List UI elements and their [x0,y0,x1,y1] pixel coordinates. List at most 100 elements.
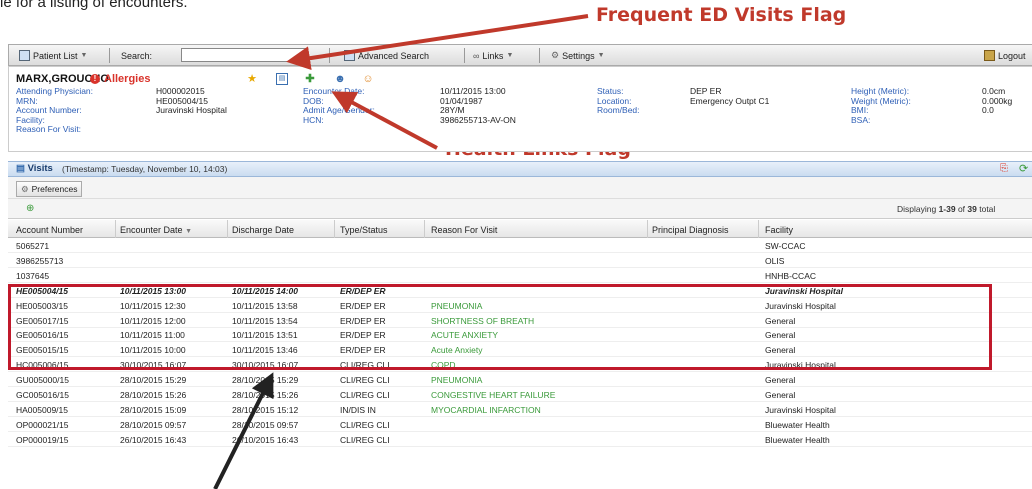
table-cell: OLIS [765,255,785,266]
preferences-bar [8,177,1032,199]
search-input[interactable] [181,48,307,62]
table-cell: 28/10/2015 15:12 [232,404,299,415]
table-cell: CONGESTIVE HEART FAILURE [431,390,556,400]
health-links-flag-icon[interactable]: ✚ [304,73,316,85]
person-icon[interactable]: ☻ [334,73,346,85]
patient-col3-labels: Status: Location: Room/Bed: [597,86,640,116]
table-cell: 5065271 [16,241,50,251]
advanced-search-label: Advanced Search [358,50,430,61]
alert-icon: ! [90,74,100,84]
chevron-down-icon[interactable]: ▼ [81,52,88,59]
table-cell: Bluewater Health [765,419,830,430]
table-cell: 28/10/2015 15:29 [232,375,299,386]
table-cell: General [765,390,796,400]
table-cell: Bluewater Health [765,434,830,445]
table-cell: 26/10/2015 16:43 [120,434,187,445]
table-cell: 28/10/2015 15:26 [120,390,187,400]
bmi-value: 0.0 [982,105,994,116]
table-row[interactable]: OP000021/15 28/10/2015 09:57 28/10/2015 09… [8,417,1032,432]
column-header-principal-diagnosis[interactable]: Principal Diagnosis [652,225,729,235]
main-toolbar: Patient List ▼ Search: Advanced Search ∞… [8,44,1032,66]
table-cell: CLI/REG CLI [340,434,390,445]
settings-button[interactable]: ⚙ Settings ▼ [551,48,605,63]
preferences-label: Preferences [31,184,78,194]
add-document-icon[interactable]: ⊕ [26,203,34,214]
table-row[interactable]: 5065271 SW-CCAC [8,238,1032,253]
room-bed-label: Room/Bed: [597,105,640,116]
link-icon: ∞ [473,50,480,61]
reason-for-visit-label: Reason For Visit: [16,124,82,135]
table-row[interactable]: HA005009/15 28/10/2015 15:09 28/10/2015 15… [8,402,1032,417]
links-button[interactable]: ∞ Links ▼ [473,48,513,63]
table-cell: IN/DIS IN [340,404,376,415]
table-cell: SW-CCAC [765,241,806,251]
table-row[interactable]: GU005000/15 28/10/2015 15:29 28/10/2015 15… [8,372,1032,388]
display-of: of [955,204,968,214]
patient-list-label: Patient List [33,50,78,61]
table-cell: 28/10/2015 15:29 [120,375,187,386]
highlight-box [8,284,992,370]
visits-title: ▤ Visits [16,163,53,174]
table-cell: 28/10/2015 15:26 [232,390,299,400]
bsa-label: BSA: [851,114,871,125]
hcn-label: HCN: [303,114,324,125]
encounter-date-header-label: Encounter Date [120,225,183,235]
display-count: Displaying 1-39 of 39 total [897,204,995,214]
table-cell: PNEUMONIA [431,375,483,386]
table-row[interactable]: 3986255713 OLIS [8,253,1032,268]
frequent-ed-flag-label: Frequent ED Visits Flag [596,4,847,26]
visits-timestamp: (Timestamp: Tuesday, November 10, 14:03) [62,164,228,174]
column-header-reason-for-visit[interactable]: Reason For Visit [431,225,497,235]
column-header-discharge-date[interactable]: Discharge Date [232,225,294,235]
table-cell: 1037645 [16,270,50,281]
table-cell: CLI/REG CLI [340,419,390,430]
allergies-label: Allergies [104,73,151,85]
table-row[interactable]: 1037645 HNHB-CCAC [8,268,1032,283]
facility-value: Juravinski Hospital [156,105,227,116]
preferences-button[interactable]: ⚙ Preferences [16,181,83,197]
info-icon[interactable]: ☺ [362,73,374,85]
table-cell: GU005000/15 [16,375,69,386]
refresh-icon[interactable]: ⟳ [1019,162,1028,175]
display-range: 1-39 [938,204,956,214]
pdf-icon[interactable]: ⎘ [1000,163,1008,174]
logout-icon [984,50,995,61]
advanced-search-button[interactable]: Advanced Search [344,48,429,63]
search-label: Search: [121,50,153,61]
patient-col1-labels: Attending Physician: MRN: Account Number… [16,86,93,135]
table-cell: 26/10/2015 16:43 [232,434,299,445]
table-cell: 28/10/2015 09:57 [232,419,299,430]
logout-button[interactable]: Logout [984,48,1026,63]
star-icon[interactable]: ★ [246,73,258,85]
frequent-ed-flag-icon[interactable]: ▤ [276,73,288,85]
logout-label: Logout [998,50,1026,61]
chevron-down-icon: ▼ [597,52,605,59]
table-row[interactable]: OP000019/15 26/10/2015 16:43 26/10/2015 16… [8,432,1032,447]
advanced-search-icon [344,50,355,61]
table-cell: HA005009/15 [16,404,68,415]
links-label: Links [482,50,504,61]
table-cell: OP000021/15 [16,419,69,430]
table-row[interactable]: GC005016/15 28/10/2015 15:26 28/10/2015 15… [8,387,1032,402]
table-cell: CLI/REG CLI [340,390,390,400]
visits-title-text: Visits [27,163,53,174]
column-header-type-status[interactable]: Type/Status [340,225,388,235]
patient-list-icon [19,50,30,61]
patient-col2-labels: Encounter Date: DOB: Admit Age/Gender: H… [303,86,375,125]
location-value: Emergency Outpt C1 [690,95,770,106]
column-header-account-number[interactable]: Account Number [16,225,83,235]
patient-list-button[interactable]: Patient List ▼ [19,48,87,63]
table-cell: 3986255713 [16,255,64,266]
allergies-link[interactable]: ! Allergies [90,73,150,85]
table-cell: Juravinski Hospital [765,404,836,415]
table-cell: 28/10/2015 09:57 [120,419,187,430]
document-icon: ▤ [16,163,25,174]
column-header-facility[interactable]: Facility [765,225,793,235]
hcn-value: 3986255713-AV-ON [440,114,516,125]
table-cell: CLI/REG CLI [340,375,390,386]
table-cell: General [765,375,796,386]
column-header-encounter-date[interactable]: Encounter Date ▼ [120,225,192,235]
table-cell: 28/10/2015 15:09 [120,404,187,415]
display-total: 39 [967,204,977,214]
settings-label: Settings [562,50,595,61]
